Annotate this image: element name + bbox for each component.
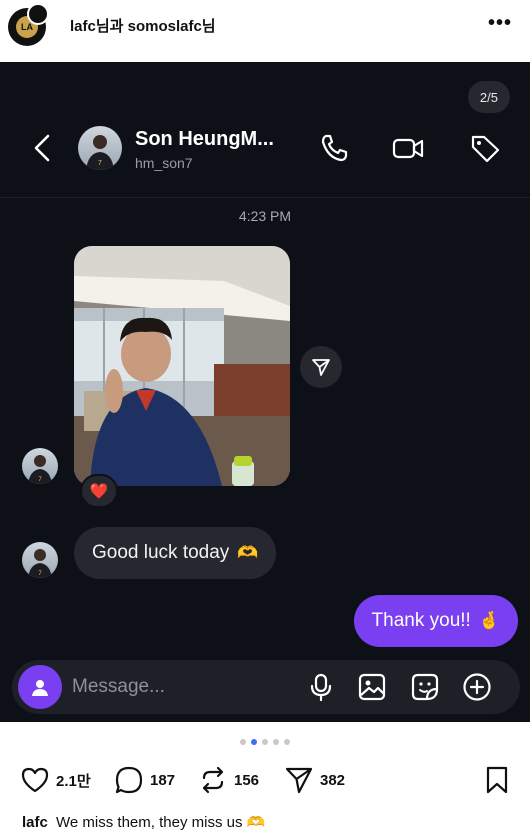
heart-icon [21, 767, 49, 793]
incoming-message-text: Good luck today [92, 542, 230, 563]
carousel-dot [240, 739, 246, 745]
carousel-dots [0, 739, 530, 745]
contact-avatar-small[interactable]: 7 [22, 542, 58, 578]
share-action[interactable]: 382 [284, 762, 345, 798]
carousel-dot [284, 739, 290, 745]
heart-reaction[interactable]: ❤️ [80, 474, 118, 508]
outgoing-message-bubble[interactable]: Thank you!! 🤞 [353, 595, 518, 647]
bookmark-action[interactable] [482, 762, 512, 798]
sticker-icon[interactable] [410, 672, 440, 702]
like-count: 2.1만 [56, 772, 91, 790]
incoming-message-bubble[interactable]: Good luck today 🫶 [74, 527, 277, 579]
share-icon [285, 767, 313, 794]
contact-handle: hm_son7 [135, 155, 193, 171]
repost-count: 156 [234, 771, 260, 789]
crossed-fingers-emoji: 🤞 [478, 611, 500, 630]
contact-name[interactable]: Son HeungM... [135, 128, 274, 151]
comment-icon [115, 766, 143, 794]
more-options-button[interactable]: ••• [488, 12, 512, 35]
repost-icon [202, 766, 224, 794]
message-composer [12, 660, 520, 714]
share-count: 382 [320, 771, 346, 789]
send-icon [312, 359, 330, 376]
comment-action[interactable]: 187 [114, 762, 175, 798]
caption-text: We miss them, they miss us 🫶 [56, 814, 266, 831]
carousel-dot [262, 739, 268, 745]
contact-avatar-small[interactable]: 7 [22, 448, 58, 484]
tag-icon[interactable] [469, 132, 501, 164]
carousel-dot [251, 739, 257, 745]
image-icon[interactable] [357, 672, 387, 702]
dm-screenshot: 2/5 7 Son HeungM... hm_son7 4:23 PM 7 ❤️… [0, 62, 530, 722]
message-input[interactable] [72, 674, 292, 700]
like-action[interactable]: 2.1만 [20, 762, 91, 798]
back-arrow-icon[interactable] [30, 130, 54, 166]
photo-message[interactable] [74, 246, 290, 486]
svg-text:7: 7 [98, 160, 102, 167]
share-photo-button[interactable] [300, 346, 342, 388]
outgoing-message-text: Thank you!! [371, 610, 471, 631]
caption-username[interactable]: lafc [22, 814, 48, 831]
camera-button[interactable] [18, 665, 62, 709]
camera-icon [32, 680, 48, 696]
repost-action[interactable]: 156 [198, 762, 259, 798]
message-timestamp: 4:23 PM [238, 208, 292, 224]
contact-avatar[interactable]: 7 [78, 126, 122, 170]
post-author[interactable]: lafc님과 somoslafc님 [70, 15, 216, 36]
post-caption: lafc We miss them, they miss us 🫶 [22, 813, 265, 831]
heart-hands-emoji: 🫶 [237, 543, 259, 562]
plus-icon[interactable] [462, 672, 492, 702]
header-divider [0, 197, 530, 198]
carousel-dot [273, 739, 279, 745]
bookmark-icon [486, 766, 508, 794]
phone-icon[interactable] [318, 132, 350, 164]
page-indicator: 2/5 [467, 81, 510, 113]
post-actions: 2.1만 187 156 382 [0, 762, 530, 798]
post-avatar-somoslafc[interactable] [27, 3, 49, 25]
microphone-icon[interactable] [306, 672, 336, 702]
video-camera-icon[interactable] [392, 132, 424, 164]
comment-count: 187 [150, 771, 176, 789]
post-header: LA lafc님과 somoslafc님 ••• [0, 0, 530, 62]
